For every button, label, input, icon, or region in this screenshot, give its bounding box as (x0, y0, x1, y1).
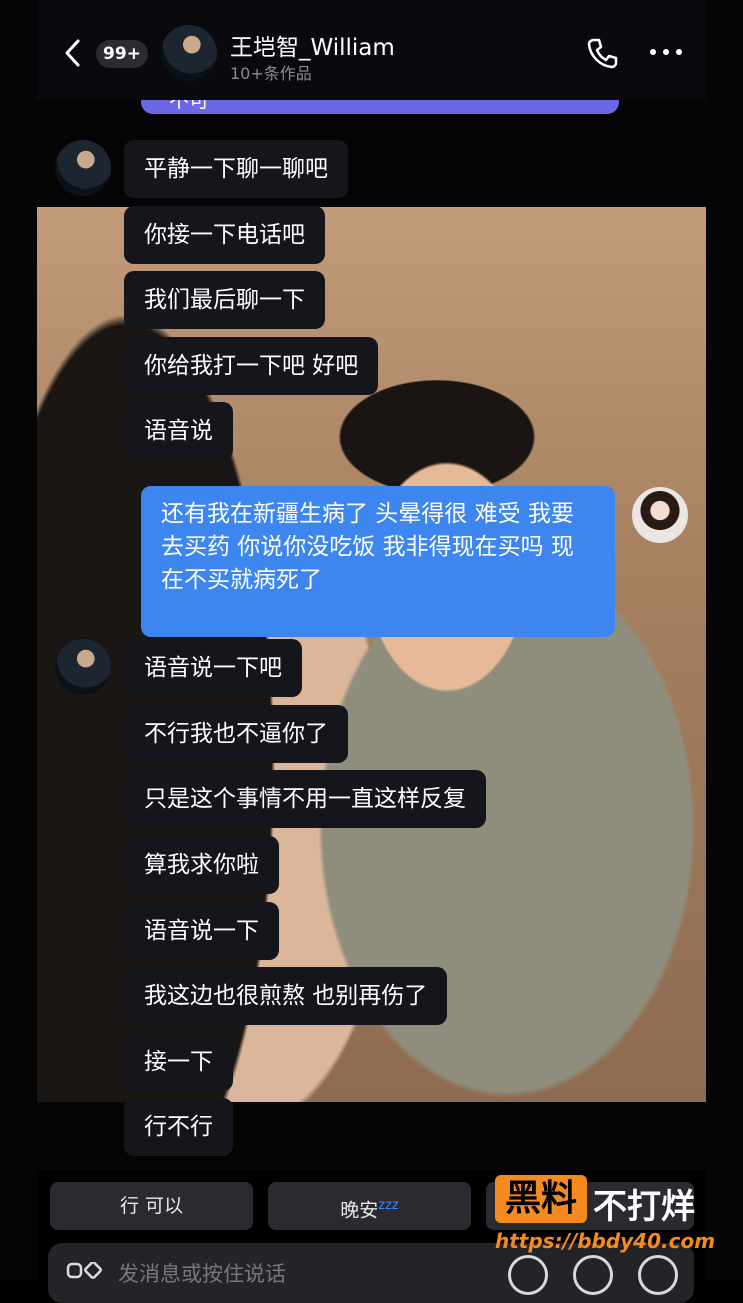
watermark-logo-box: 黑料 (495, 1175, 587, 1223)
incoming-message[interactable]: 我这边也很煎熬 也别再伤了 (124, 967, 448, 1025)
incoming-message[interactable]: 行不行 (124, 1098, 233, 1156)
incoming-message[interactable]: 算我求你啦 (124, 836, 279, 894)
contact-works-count[interactable]: 10+条作品 (230, 60, 312, 84)
phone-call-icon[interactable] (586, 36, 620, 70)
input-mode-icon[interactable] (66, 1262, 102, 1280)
add-plus-icon[interactable] (638, 1255, 678, 1295)
left-border (0, 0, 37, 1280)
incoming-message[interactable]: 你给我打一下吧 好吧 (124, 337, 379, 395)
outgoing-message[interactable]: 还有我在新疆生病了 头晕得很 难受 我要去买药 你说你没吃饭 我非得现在买吗 现… (141, 486, 615, 637)
right-border (706, 0, 743, 1280)
quick-reply-ok[interactable]: 行 可以 (50, 1182, 253, 1230)
more-options-icon[interactable] (648, 44, 684, 60)
quick-reply-ok-label: 行 可以 (119, 1195, 184, 1217)
previous-outgoing-bubble[interactable]: 不可 (141, 100, 619, 114)
incoming-message[interactable]: 你接一下电话吧 (124, 206, 325, 264)
incoming-message[interactable]: 平静一下聊一聊吧 (124, 140, 348, 198)
sender-avatar[interactable] (55, 639, 111, 695)
watermark-text: 不打烊 (593, 1187, 695, 1227)
watermark-url: https://bbdy40.com (495, 1229, 716, 1253)
chat-area[interactable]: 不可 平静一下聊一聊吧 你接一下电话吧 我们最后聊一下 你给我打一下吧 好吧 语… (37, 100, 706, 1170)
quick-reply-goodnight-label: 晚安 (340, 1199, 379, 1222)
incoming-message[interactable]: 不行我也不逼你了 (124, 705, 348, 763)
sender-avatar[interactable] (55, 140, 111, 196)
message-input[interactable] (116, 1255, 490, 1293)
sleep-zzz-icon: zzz (378, 1198, 399, 1213)
contact-name[interactable]: 王垲智_William (230, 28, 395, 62)
voice-icon[interactable] (508, 1255, 548, 1295)
contact-avatar[interactable] (161, 25, 217, 81)
incoming-message[interactable]: 语音说一下吧 (124, 639, 302, 697)
incoming-message[interactable]: 语音说 (124, 402, 233, 460)
incoming-message[interactable]: 语音说一下 (124, 902, 279, 960)
incoming-message[interactable]: 接一下 (124, 1033, 233, 1091)
unread-count-badge[interactable]: 99+ (96, 40, 148, 68)
incoming-message[interactable]: 只是这个事情不用一直这样反复 (124, 770, 486, 828)
previous-bubble-text: 不可 (169, 100, 209, 112)
incoming-message[interactable]: 我们最后聊一下 (124, 271, 325, 329)
quick-reply-goodnight[interactable]: 晚安zzz (268, 1182, 471, 1230)
my-avatar[interactable] (632, 487, 688, 543)
back-arrow-icon[interactable] (62, 38, 84, 68)
emoji-icon[interactable] (573, 1255, 613, 1295)
